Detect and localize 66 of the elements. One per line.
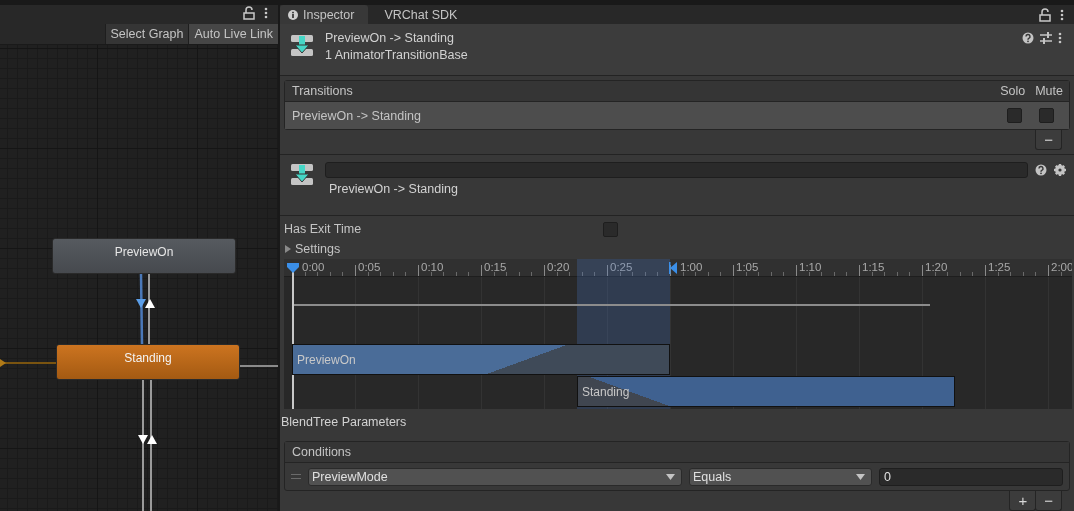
dropdown-arrow-icon <box>666 473 675 480</box>
transition-line <box>240 365 278 367</box>
end-marker-icon[interactable] <box>669 262 677 274</box>
remove-button[interactable]: − <box>1035 491 1062 511</box>
tab[interactable]: VRChat SDK <box>376 5 472 24</box>
time-label: 0:15 <box>484 261 507 273</box>
time-label: 1:00 <box>680 261 703 273</box>
lock-icon[interactable] <box>242 6 256 20</box>
entry-arrow-drawing <box>0 359 56 367</box>
checkbox[interactable] <box>1038 108 1054 123</box>
list-header: Conditions <box>292 445 352 459</box>
toolbar-button[interactable]: Select Graph <box>104 24 189 44</box>
object-title: PreviewOn -> Standing <box>325 31 455 45</box>
mode-dropdown[interactable]: Equals <box>689 467 872 486</box>
tab[interactable]: Inspector <box>280 5 369 24</box>
clip-label: Standing <box>582 384 630 399</box>
state-node[interactable]: PreviewOn <box>52 238 236 274</box>
info-icon <box>288 9 298 20</box>
transition-name: PreviewOn -> Standing <box>292 108 421 123</box>
checkbox[interactable] <box>1006 108 1022 123</box>
parameter-dropdown[interactable]: PreviewMode <box>308 467 682 486</box>
column-header: Solo <box>1000 84 1026 98</box>
state-node[interactable]: Standing <box>56 344 240 380</box>
more-options-icon[interactable] <box>1058 31 1062 45</box>
time-label: 1:20 <box>925 261 948 273</box>
clip-bar[interactable]: Standing <box>577 376 955 407</box>
checkbox[interactable] <box>603 221 618 237</box>
playhead-marker-icon[interactable] <box>287 262 299 274</box>
time-label: 1:10 <box>799 261 822 273</box>
time-label: 0:00 <box>302 261 325 273</box>
help-icon[interactable] <box>1035 164 1047 176</box>
transition-icon <box>290 34 314 57</box>
toolbar-button[interactable]: Auto Live Link <box>188 24 278 44</box>
time-label: 1:05 <box>736 261 759 273</box>
list-row[interactable]: PreviewOn -> Standing <box>285 102 1069 129</box>
transition-arrows-drawing[interactable] <box>138 380 158 511</box>
help-icon[interactable] <box>1022 32 1034 44</box>
transition-icon <box>290 163 314 186</box>
time-label: 2:00 <box>1051 261 1072 273</box>
time-label: 0:05 <box>358 261 381 273</box>
add-button[interactable]: + <box>1009 491 1037 511</box>
transition-label: PreviewOn -> Standing <box>329 182 459 196</box>
more-options-icon[interactable] <box>264 6 268 20</box>
field-label: Has Exit Time <box>284 222 363 236</box>
object-subtitle: 1 AnimatorTransitionBase <box>325 48 468 62</box>
time-label: 1:25 <box>988 261 1011 273</box>
time-label: 0:10 <box>421 261 444 273</box>
more-options-icon[interactable] <box>1060 7 1064 22</box>
drag-handle-icon[interactable] <box>291 474 301 479</box>
list-header: Transitions <box>292 84 353 98</box>
transition-arrows-drawing[interactable] <box>136 274 156 344</box>
time-label: 0:20 <box>547 261 570 273</box>
section-label: BlendTree Parameters <box>280 414 408 431</box>
foldout-label[interactable]: Settings <box>295 242 341 256</box>
name-field[interactable] <box>325 162 1028 178</box>
value-field[interactable]: 0 <box>879 467 1063 486</box>
dropdown-arrow-icon <box>856 473 865 480</box>
settings-icon[interactable] <box>1054 164 1066 176</box>
time-label: 1:15 <box>862 261 885 273</box>
column-header: Mute <box>1035 84 1063 98</box>
time-label: 0:25 <box>610 261 633 273</box>
sliders-icon[interactable] <box>1040 32 1052 44</box>
remove-button[interactable]: − <box>1035 130 1062 150</box>
clip-label: PreviewOn <box>297 352 356 367</box>
foldout-arrow-icon[interactable] <box>284 245 292 253</box>
lock-icon[interactable] <box>1038 7 1052 22</box>
